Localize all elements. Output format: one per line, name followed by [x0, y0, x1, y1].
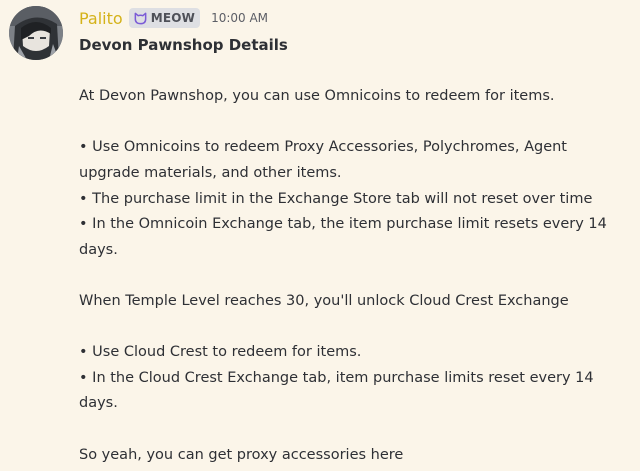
chat-message: Palito MEOW 10:00 AM Devon Pawnshop Deta…	[0, 0, 640, 471]
message-paragraph: • The purchase limit in the Exchange Sto…	[79, 190, 593, 207]
avatar-image	[9, 6, 63, 60]
message-title: Devon Pawnshop Details	[79, 36, 288, 54]
username[interactable]: Palito	[79, 9, 123, 28]
message-paragraph: At Devon Pawnshop, you can use Omnicoins…	[79, 88, 555, 105]
message-paragraph: • Use Cloud Crest to redeem for items.	[79, 344, 362, 361]
message-content: Devon Pawnshop Details At Devon Pawnshop…	[79, 33, 624, 468]
avatar[interactable]	[9, 6, 63, 60]
message-paragraph: • Use Omnicoins to redeem Proxy Accessor…	[79, 139, 567, 181]
message-paragraph: • In the Omnicoin Exchange tab, the item…	[79, 216, 607, 258]
tag-label: MEOW	[150, 11, 196, 25]
message-paragraph: So yeah, you can get proxy accessories h…	[79, 446, 404, 463]
message-header: Palito MEOW 10:00 AM	[79, 6, 268, 30]
message-paragraph: • In the Cloud Crest Exchange tab, item …	[79, 369, 594, 412]
user-tag[interactable]: MEOW	[128, 8, 201, 28]
cat-face-icon	[134, 12, 147, 24]
timestamp: 10:00 AM	[211, 11, 269, 25]
message-paragraph: When Temple Level reaches 30, you'll unl…	[79, 292, 569, 309]
